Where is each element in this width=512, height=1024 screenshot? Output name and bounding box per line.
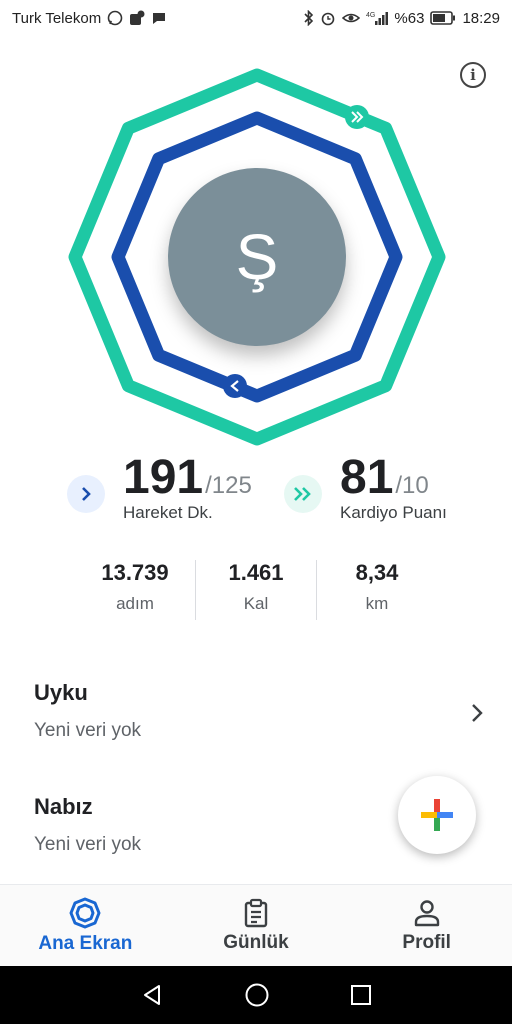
move-minutes-badge <box>67 475 105 513</box>
tab-journal-label: Günlük <box>223 932 289 953</box>
sleep-subtitle: Yeni veri yok <box>34 720 142 741</box>
calories-stat: 1.461 Kal <box>195 560 316 620</box>
heart-points-value: 81 <box>340 451 394 504</box>
sleep-card[interactable]: Uyku Yeni veri yok <box>34 680 484 742</box>
profile-icon <box>414 900 439 927</box>
steps-value: 13.739 <box>101 560 169 585</box>
heart-points-metric[interactable]: 81 /10 Kardiyo Puanı <box>284 450 447 523</box>
move-minutes-value: 191 <box>123 451 204 504</box>
home-icon[interactable] <box>244 982 270 1008</box>
distance-stat: 8,34 km <box>316 560 437 620</box>
daily-stats: 13.739 adım 1.461 Kal 8,34 km <box>75 560 437 620</box>
move-minutes-goal: /125 <box>205 472 252 499</box>
bluetooth-icon <box>304 10 314 26</box>
heart-points-label: Kardiyo Puanı <box>340 503 447 522</box>
carrier-name: Turk Telekom <box>12 9 102 27</box>
network-type: 4G <box>366 12 375 19</box>
distance-value: 8,34 <box>355 560 399 585</box>
chevron-right-icon <box>472 704 483 722</box>
steps-unit: adım <box>116 594 154 613</box>
tab-journal[interactable]: Günlük <box>171 885 342 967</box>
heart-points-goal: /10 <box>395 472 429 499</box>
recents-icon[interactable] <box>350 984 372 1006</box>
heart-points-ring-marker <box>345 105 369 129</box>
distance-unit: km <box>365 594 389 613</box>
battery-percent: %63 <box>394 9 425 27</box>
add-button[interactable] <box>398 776 476 854</box>
bottom-navigation: Ana Ekran Günlük Profil <box>0 884 512 967</box>
heart-points-badge <box>284 475 322 513</box>
move-minutes-metric[interactable]: 191 /125 Hareket Dk. <box>67 450 252 523</box>
signal-icon: 4G <box>366 10 389 26</box>
move-minutes-label: Hareket Dk. <box>123 503 213 522</box>
eye-comfort-icon <box>342 10 361 26</box>
home-ring-icon <box>69 897 101 929</box>
battery-icon <box>430 11 456 25</box>
journal-icon <box>244 898 268 928</box>
move-minutes-ring-marker <box>223 374 247 398</box>
chevron-right-icon <box>82 487 91 501</box>
google-plus-icon <box>421 799 453 831</box>
back-icon[interactable] <box>140 983 164 1007</box>
alarm-icon <box>320 10 336 26</box>
status-bar: Turk Telekom 4G %63 18:29 <box>0 0 512 36</box>
steps-stat: 13.739 adım <box>75 560 195 620</box>
message-icon <box>151 10 167 26</box>
calories-unit: Kal <box>243 594 269 613</box>
double-chevron-right-icon <box>294 487 311 501</box>
calories-value: 1.461 <box>228 560 284 585</box>
tab-home-label: Ana Ekran <box>38 933 133 954</box>
tab-home[interactable]: Ana Ekran <box>0 885 171 967</box>
whatsapp-icon <box>107 10 123 26</box>
avatar-letter: Ş <box>235 221 279 293</box>
sleep-title: Uyku <box>34 680 88 705</box>
app-notification-icon <box>129 10 145 26</box>
system-navigation-bar <box>0 966 512 1024</box>
tab-profile[interactable]: Profil <box>341 885 512 967</box>
tab-profile-label: Profil <box>402 932 451 953</box>
profile-avatar[interactable]: Ş <box>168 168 346 346</box>
clock: 18:29 <box>462 9 500 27</box>
